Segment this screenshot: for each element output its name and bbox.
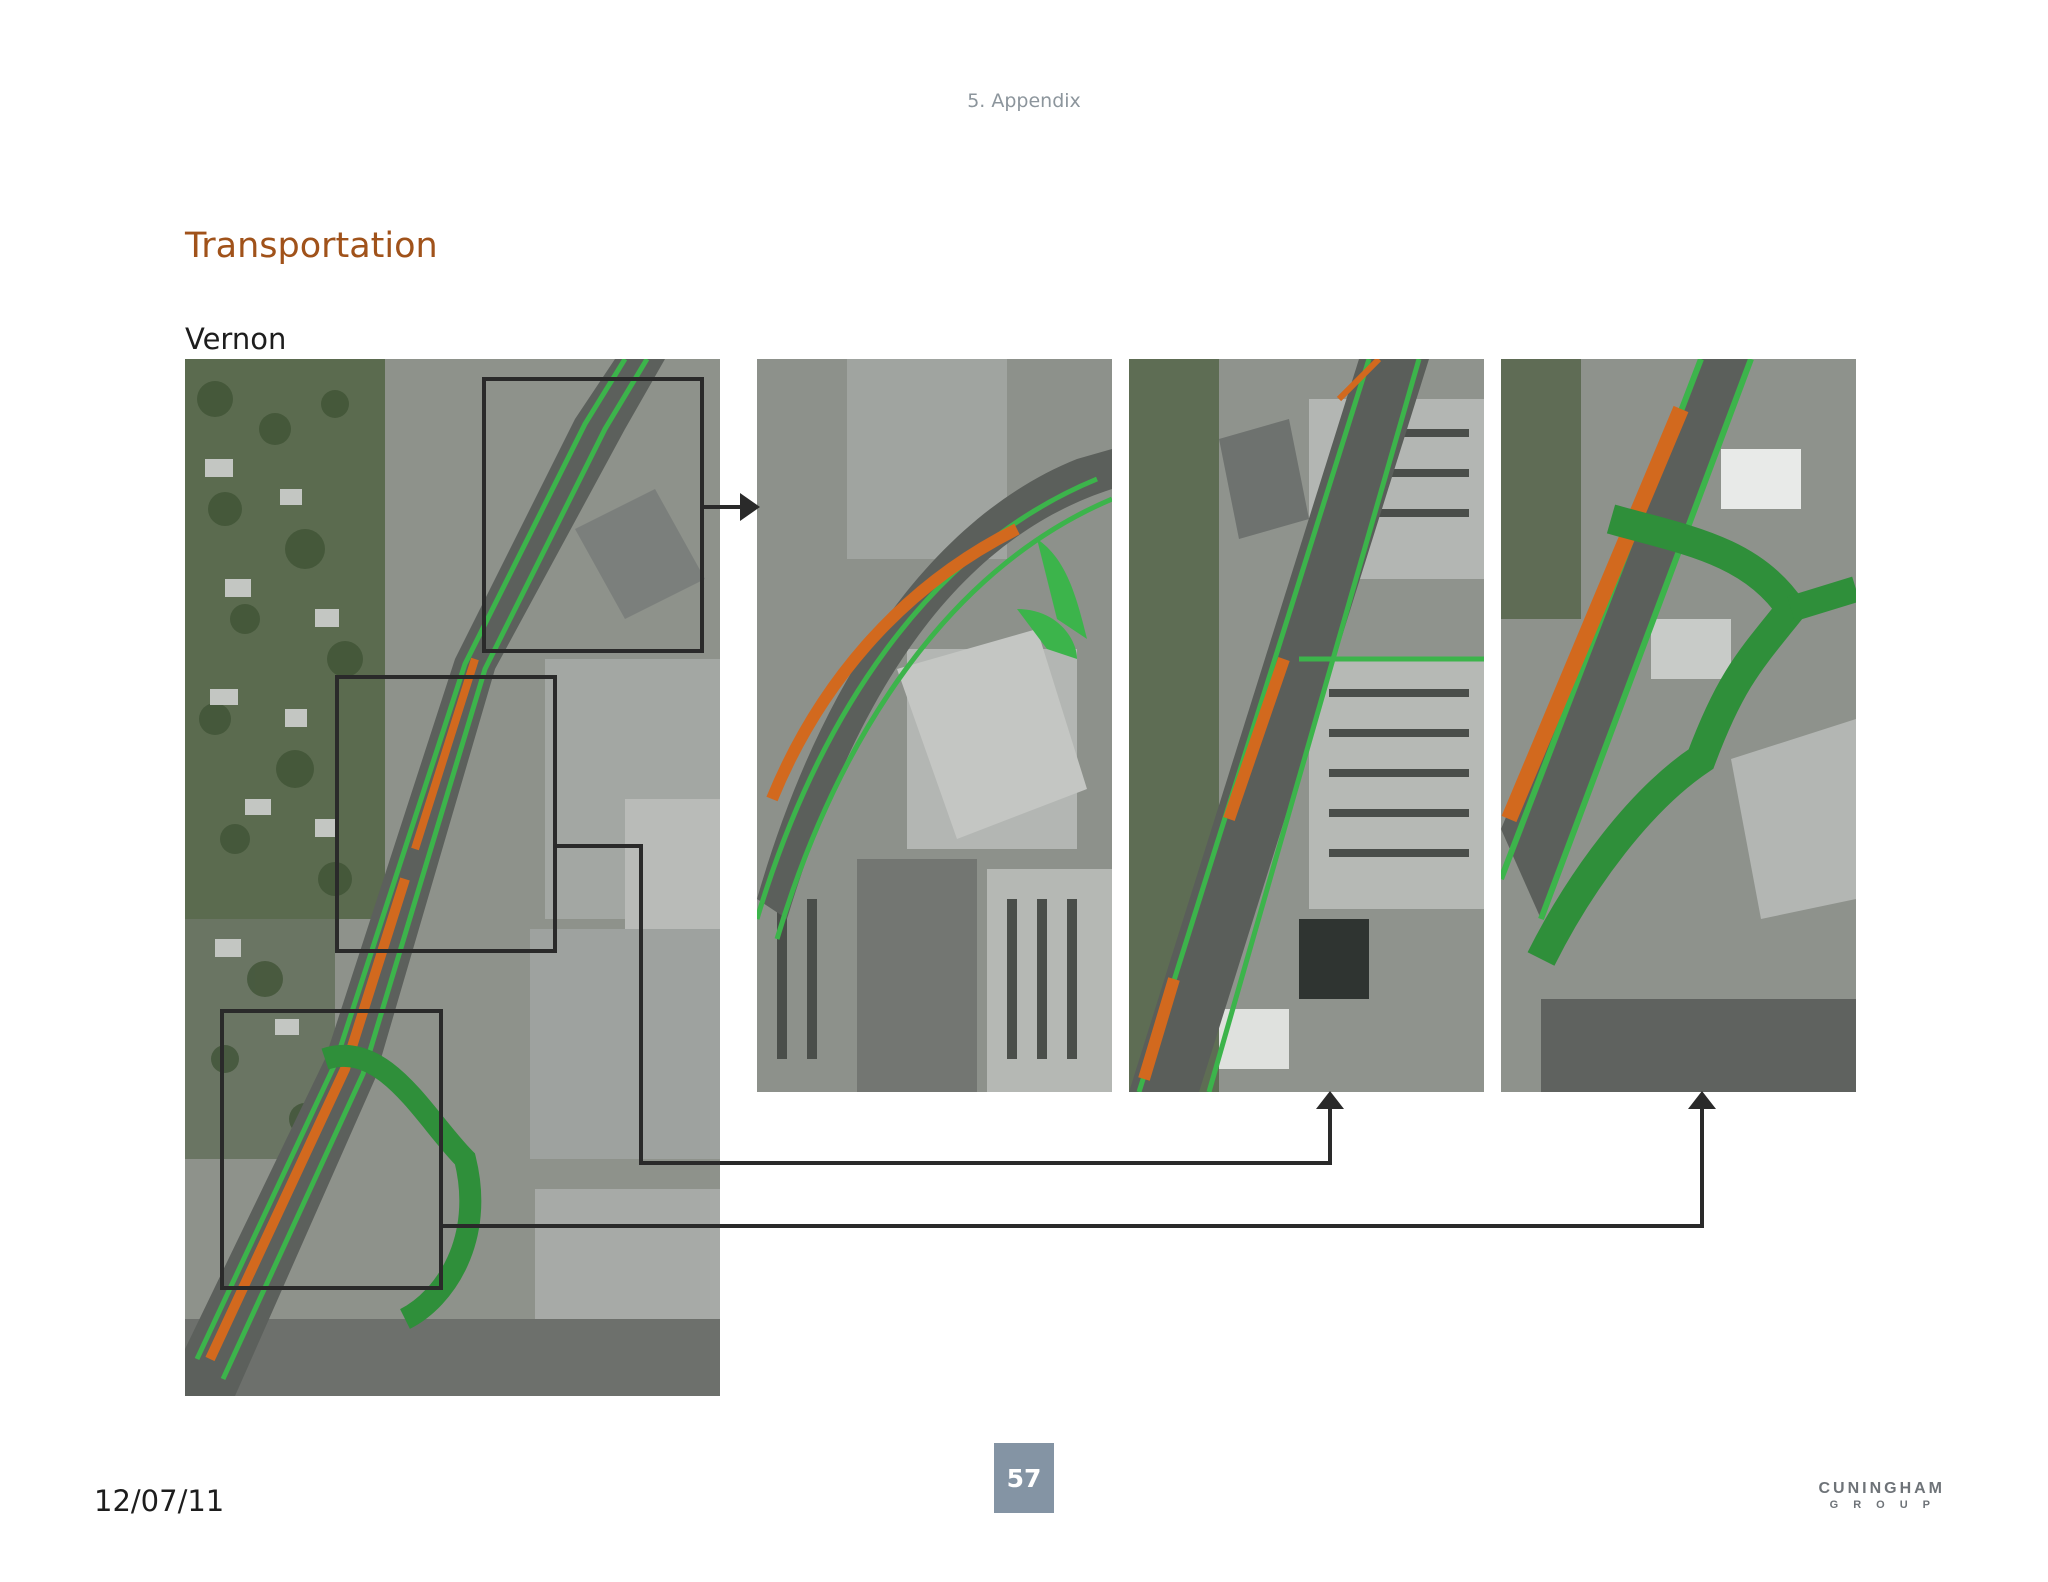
logo-wordmark-top: CUNINGHAM [1818, 1480, 1945, 1497]
overview-aerial-map [185, 359, 720, 1396]
company-logo: CUNINGHAM GROUP [1815, 1480, 1945, 1516]
detail-aerial-map-1 [757, 359, 1112, 1092]
arrow-up-icon [1688, 1091, 1716, 1109]
section-label: 5. Appendix [967, 90, 1081, 112]
footer-date: 12/07/11 [94, 1484, 225, 1518]
page-title: Transportation [185, 226, 438, 266]
detail-aerial-map-3 [1501, 359, 1856, 1092]
place-name: Vernon [185, 322, 287, 356]
arrow-up-icon [1316, 1091, 1344, 1109]
page-number: 57 [1006, 1463, 1042, 1493]
detail-aerial-map-2 [1129, 359, 1484, 1092]
page-number-badge: 57 [994, 1443, 1054, 1513]
logo-wordmark-bottom: GROUP [1829, 1499, 1945, 1511]
